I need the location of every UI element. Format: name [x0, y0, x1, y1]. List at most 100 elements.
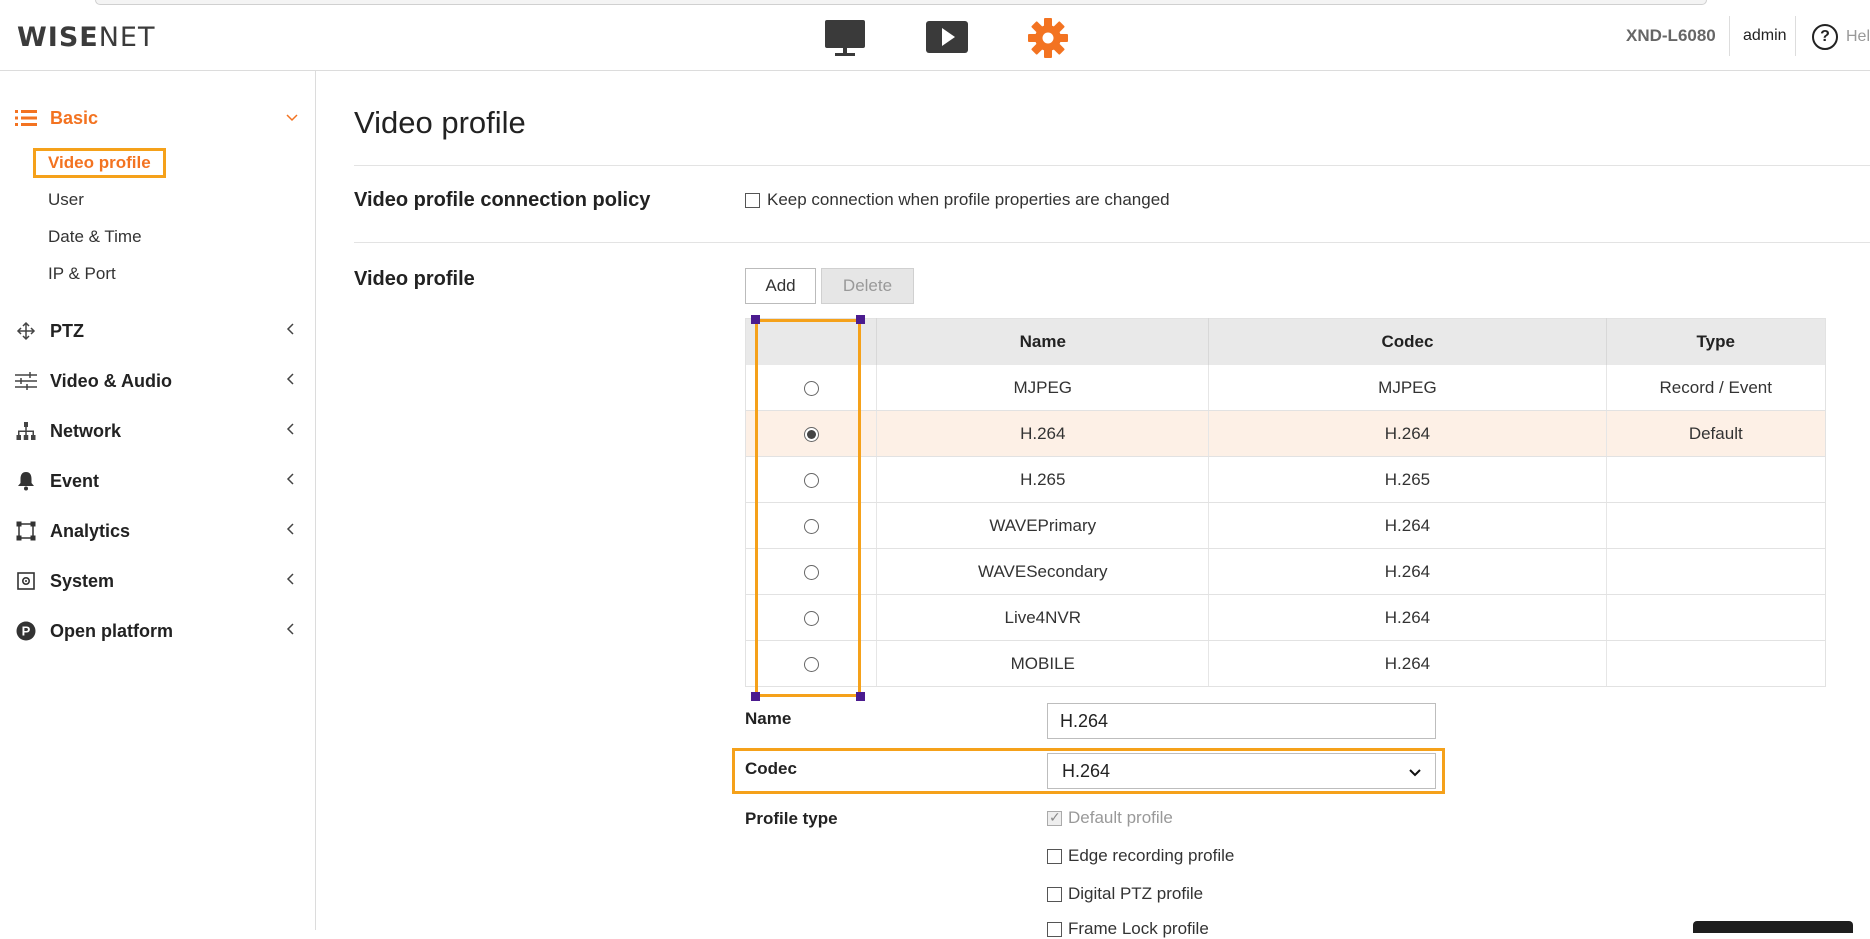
sidebar-menu-video-audio[interactable]: Video & Audio: [0, 363, 315, 399]
codec-label: Codec: [745, 759, 797, 778]
default-profile-option: Default profile: [1047, 808, 1173, 828]
profile-codec-cell: H.264: [1208, 502, 1607, 549]
row-select-cell[interactable]: [745, 410, 878, 457]
help-label: Help: [1846, 28, 1870, 45]
table-row[interactable]: Live4NVR H.264: [745, 594, 1826, 641]
header-separator: [1795, 16, 1796, 56]
keep-connection-option[interactable]: Keep connection when profile properties …: [745, 190, 1170, 210]
digital-ptz-checkbox[interactable]: [1047, 886, 1062, 902]
video-profile-section-label: Video profile: [354, 268, 475, 290]
table-header-row: Name Codec Type: [745, 318, 1826, 365]
edge-recording-option[interactable]: Edge recording profile: [1047, 846, 1234, 866]
profile-name-cell: WAVEPrimary: [876, 502, 1210, 549]
codec-selected-value: H.264: [1062, 760, 1111, 781]
chevron-left-icon: [286, 572, 294, 590]
sidebar-menu-network[interactable]: Network: [0, 413, 315, 449]
gear-icon[interactable]: [1026, 18, 1070, 58]
chevron-left-icon: [286, 422, 294, 440]
open-platform-icon: P: [15, 620, 37, 642]
profile-type-cell: Default: [1606, 410, 1826, 457]
row-select-cell[interactable]: [745, 640, 878, 687]
chevron-down-icon: [286, 109, 298, 127]
table-row[interactable]: WAVESecondary H.264: [745, 548, 1826, 595]
row-select-cell[interactable]: [745, 502, 878, 549]
sidebar-menu-ptz[interactable]: PTZ: [0, 313, 315, 349]
edge-recording-checkbox[interactable]: [1047, 848, 1062, 864]
delete-button[interactable]: Delete: [821, 268, 914, 304]
profile-radio[interactable]: [803, 656, 819, 672]
profile-type-cell: [1606, 640, 1826, 687]
profile-name-cell: Live4NVR: [876, 594, 1210, 641]
main-content: Video profile Video profile connection p…: [316, 71, 1870, 938]
profile-name-cell: WAVESecondary: [876, 548, 1210, 595]
row-select-cell[interactable]: [745, 365, 878, 411]
table-row-selected[interactable]: H.264 H.264 Default: [745, 410, 1826, 457]
profile-radio[interactable]: [803, 610, 819, 626]
profile-name-cell: H.265: [876, 456, 1210, 503]
sidebar-menu-label: Network: [50, 420, 122, 441]
profile-radio-selected[interactable]: [803, 426, 819, 442]
column-header-name[interactable]: Name: [876, 318, 1210, 365]
profile-type-cell: [1606, 502, 1826, 549]
sidebar-menu-label: PTZ: [50, 320, 84, 341]
frame-lock-option[interactable]: Frame Lock profile: [1047, 919, 1209, 939]
sidebar-menu-label: System: [50, 570, 115, 591]
profile-type-cell: [1606, 548, 1826, 595]
profile-type-cell: [1606, 594, 1826, 641]
wisenet-logo[interactable]: WISENET: [17, 22, 155, 53]
sidebar-menu-analytics[interactable]: Analytics: [0, 513, 315, 549]
user-name[interactable]: admin: [1743, 27, 1787, 45]
list-icon: [15, 107, 37, 129]
floating-toolbar[interactable]: [1693, 921, 1853, 933]
play-icon[interactable]: [925, 18, 969, 58]
profile-codec-cell: H.264: [1208, 548, 1607, 595]
network-tree-icon: [15, 420, 37, 442]
sidebar-menu-basic[interactable]: Basic: [0, 100, 315, 136]
table-row[interactable]: MJPEG MJPEG Record / Event: [745, 365, 1826, 411]
profile-codec-cell: MJPEG: [1208, 365, 1607, 411]
row-select-cell[interactable]: [745, 456, 878, 503]
table-row[interactable]: WAVEPrimary H.264: [745, 502, 1826, 549]
digital-ptz-option[interactable]: Digital PTZ profile: [1047, 884, 1203, 904]
sidebar-item-date-time[interactable]: Date & Time: [48, 224, 142, 250]
device-model: XND-L6080: [1626, 26, 1716, 45]
frame-lock-checkbox[interactable]: [1047, 921, 1062, 937]
chevron-left-icon: [286, 622, 294, 640]
profile-type-cell: [1606, 456, 1826, 503]
sidebar-menu-label: Video & Audio: [50, 370, 173, 391]
divider: [354, 165, 1870, 166]
bell-icon: [15, 470, 37, 492]
sidebar-item-user[interactable]: User: [48, 187, 84, 213]
table-row[interactable]: MOBILE H.264: [745, 640, 1826, 687]
sidebar-menu-event[interactable]: Event: [0, 463, 315, 499]
profile-radio[interactable]: [803, 518, 819, 534]
table-row[interactable]: H.265 H.265: [745, 456, 1826, 503]
chevron-down-icon: [1409, 761, 1421, 782]
profile-radio[interactable]: [803, 380, 819, 396]
divider: [354, 242, 1870, 243]
column-header-type[interactable]: Type: [1606, 318, 1826, 365]
sidebar-item-ip-port[interactable]: IP & Port: [48, 261, 116, 287]
keep-connection-checkbox[interactable]: [745, 192, 760, 208]
sliders-icon: [15, 370, 37, 392]
connection-policy-label: Video profile connection policy: [354, 189, 651, 211]
monitor-icon[interactable]: [823, 18, 867, 58]
column-header-codec[interactable]: Codec: [1208, 318, 1607, 365]
profile-type-label: Profile type: [745, 809, 838, 828]
header-separator: [1729, 16, 1730, 56]
profile-name-cell: MOBILE: [876, 640, 1210, 687]
default-profile-label: Default profile: [1068, 808, 1173, 827]
add-button[interactable]: Add: [745, 268, 816, 304]
profile-radio[interactable]: [803, 564, 819, 580]
profile-radio[interactable]: [803, 472, 819, 488]
column-header-select: [745, 318, 878, 365]
profile-name-input[interactable]: [1047, 703, 1436, 739]
row-select-cell[interactable]: [745, 548, 878, 595]
sidebar-menu-system[interactable]: System: [0, 563, 315, 599]
codec-select[interactable]: H.264: [1047, 753, 1436, 789]
row-select-cell[interactable]: [745, 594, 878, 641]
chevron-left-icon: [286, 472, 294, 490]
sidebar-menu-open-platform[interactable]: P Open platform: [0, 613, 315, 649]
page-title: Video profile: [354, 105, 526, 140]
help-button[interactable]: ? Help: [1812, 24, 1870, 50]
